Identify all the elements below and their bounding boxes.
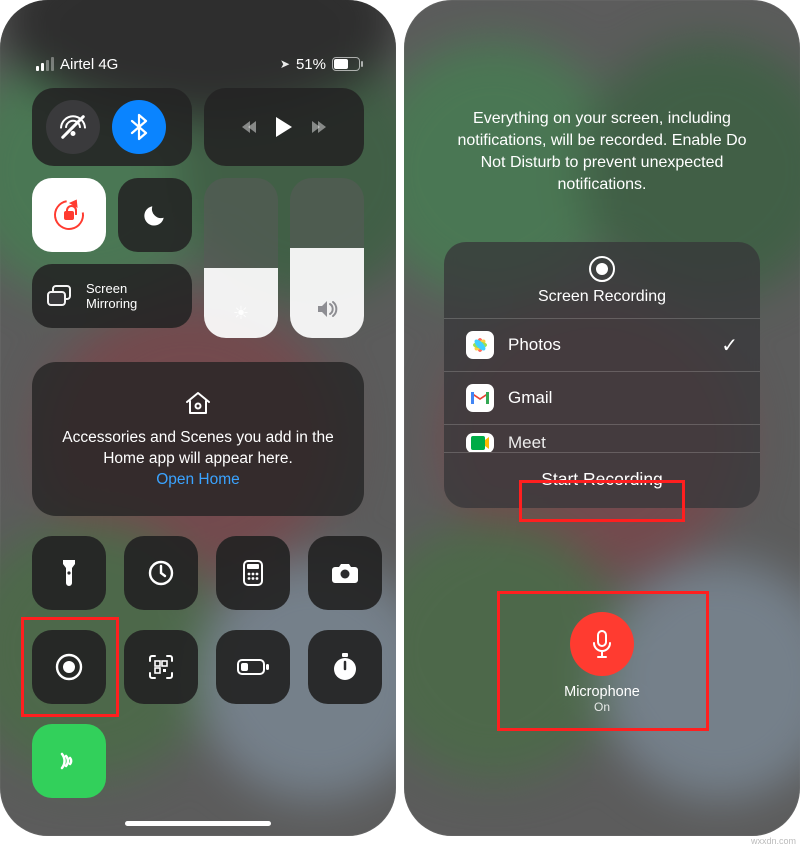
check-icon: ✓ — [721, 333, 738, 358]
home-indicator[interactable] — [125, 821, 271, 826]
home-card-text: Accessories and Scenes you add in the Ho… — [56, 427, 340, 469]
play-icon[interactable] — [276, 117, 292, 137]
control-center-screenshot: Airtel 4G ➤ 51% — [0, 0, 396, 836]
destination-label: Meet — [508, 433, 738, 453]
wifi-toggle[interactable] — [46, 100, 100, 154]
gmail-app-icon — [466, 384, 494, 412]
photos-app-icon — [466, 331, 494, 359]
destination-meet[interactable]: Meet — [444, 424, 760, 452]
nfc-button[interactable] — [32, 724, 106, 798]
stopwatch-button[interactable] — [308, 630, 382, 704]
low-power-button[interactable] — [216, 630, 290, 704]
media-panel[interactable] — [204, 88, 364, 166]
calculator-icon — [242, 559, 264, 587]
screen-recording-sheet-screenshot: Everything on your screen, including not… — [404, 0, 800, 836]
brightness-icon: ☀︎ — [233, 303, 249, 324]
calculator-button[interactable] — [216, 536, 290, 610]
moon-icon — [142, 202, 168, 228]
record-icon — [589, 256, 615, 282]
status-bar: Airtel 4G ➤ 51% — [0, 54, 396, 74]
nfc-icon — [55, 747, 83, 775]
do-not-disturb-button[interactable] — [118, 178, 192, 252]
highlight-record-button — [24, 620, 116, 714]
timer-icon — [147, 559, 175, 587]
home-card[interactable]: Accessories and Scenes you add in the Ho… — [32, 362, 364, 516]
wifi-off-icon — [60, 114, 86, 140]
location-icon: ➤ — [280, 57, 290, 71]
screen-mirroring-button[interactable]: Screen Mirroring — [32, 264, 192, 328]
bluetooth-toggle[interactable] — [112, 100, 166, 154]
camera-button[interactable] — [308, 536, 382, 610]
bluetooth-icon — [128, 113, 150, 141]
brightness-slider[interactable]: ☀︎ — [204, 178, 278, 338]
rewind-icon[interactable] — [242, 121, 254, 133]
volume-slider[interactable] — [290, 178, 364, 338]
timer-button[interactable] — [124, 536, 198, 610]
highlight-microphone — [500, 594, 706, 728]
stopwatch-icon — [331, 652, 359, 682]
flashlight-icon — [60, 558, 78, 588]
highlight-start-recording — [522, 483, 682, 519]
signal-icon — [36, 57, 54, 71]
home-icon — [183, 389, 213, 417]
battery-icon — [236, 658, 270, 676]
forward-icon[interactable] — [314, 121, 326, 133]
destination-label: Photos — [508, 335, 707, 355]
camera-icon — [330, 561, 360, 585]
battery-percent: 51% — [296, 56, 326, 73]
rotation-lock-button[interactable] — [32, 178, 106, 252]
meet-app-icon — [466, 433, 494, 453]
screen-recording-sheet: Screen Recording Photos ✓ Gmail — [444, 242, 760, 508]
watermark: wxxdn.com — [751, 836, 796, 846]
sheet-title: Screen Recording — [538, 288, 666, 306]
qr-scan-button[interactable] — [124, 630, 198, 704]
destination-gmail[interactable]: Gmail — [444, 371, 760, 424]
destination-photos[interactable]: Photos ✓ — [444, 318, 760, 371]
destination-label: Gmail — [508, 388, 738, 408]
connectivity-panel[interactable] — [32, 88, 192, 166]
flashlight-button[interactable] — [32, 536, 106, 610]
battery-icon — [332, 57, 360, 71]
volume-icon — [316, 299, 338, 324]
carrier-label: Airtel 4G — [60, 56, 118, 73]
qr-icon — [147, 653, 175, 681]
rotation-lock-icon — [54, 200, 84, 230]
open-home-link[interactable]: Open Home — [156, 471, 240, 489]
screen-mirroring-label: Screen Mirroring — [86, 281, 137, 311]
screen-mirroring-icon — [46, 285, 74, 307]
recording-notice: Everything on your screen, including not… — [444, 108, 760, 196]
